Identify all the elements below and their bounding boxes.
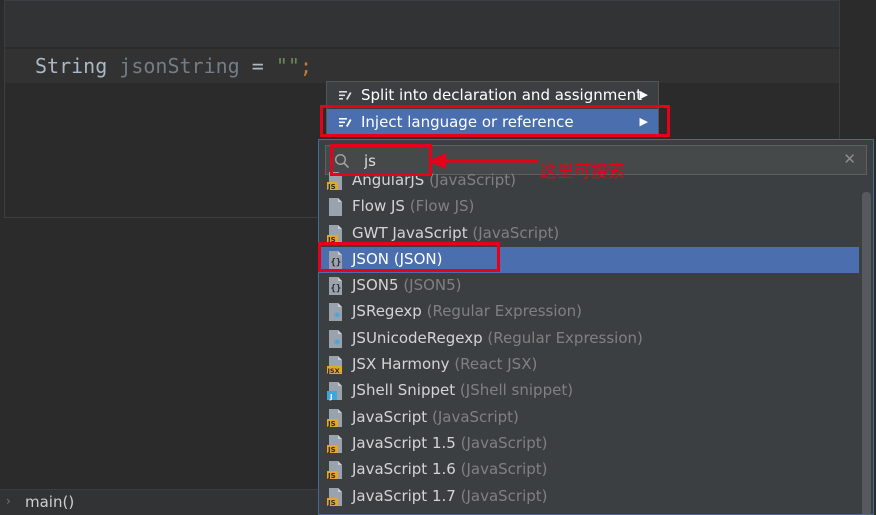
language-list-item[interactable]: * JSUnicodeRegexp (Regular Expression) — [319, 326, 859, 352]
breadcrumb-bar: › main() — [0, 489, 320, 515]
highlight-search-field — [330, 144, 432, 176]
language-name: JSUnicodeRegexp (Regular Expression) — [352, 329, 643, 347]
language-label: JSON5 — [352, 276, 399, 295]
language-chooser-popup: ✕ JSAngularJS (JavaScript)Flow JS (Flow … — [318, 139, 874, 515]
operator-token: = — [251, 54, 264, 78]
regexp-file-icon: * — [329, 329, 342, 349]
language-hint: (JavaScript) — [460, 433, 548, 452]
json-file-icon: {} — [329, 277, 342, 296]
svg-text:J: J — [329, 393, 333, 401]
language-list-item[interactable]: JSX JSX Harmony (React JSX) — [319, 352, 859, 378]
language-list-item[interactable]: J JShell Snippet (JShell snippet) — [319, 378, 859, 404]
language-list: JS AngularJS (JavaScript) Flow JS (Flow JS… — [319, 168, 859, 514]
svg-text:{}: {} — [331, 284, 342, 294]
regexp-file-icon: * — [329, 303, 342, 322]
language-name: GWT JavaScript (JavaScript) — [352, 224, 559, 242]
language-name: JSRegexp (Regular Expression) — [352, 302, 582, 320]
scrollbar-thumb[interactable] — [862, 192, 871, 514]
language-list-item[interactable]: * JSRegexp (Regular Expression) — [319, 299, 859, 325]
language-hint: (JavaScript) — [472, 223, 560, 242]
svg-text:JS: JS — [327, 472, 336, 480]
svg-text:JS: JS — [327, 420, 336, 428]
language-label: JavaScript 1.6 — [352, 460, 456, 479]
svg-text:*: * — [334, 337, 341, 349]
code-line[interactable]: String jsonString = ""; — [35, 54, 312, 78]
language-hint: (Regular Expression) — [487, 328, 643, 347]
language-hint: (JavaScript) — [460, 460, 548, 479]
language-hint: (React JSX) — [454, 355, 538, 374]
edit-intention-icon — [339, 91, 352, 100]
js-file-icon: JS — [327, 224, 342, 244]
language-list-item[interactable]: JS JavaScript 1.6 (JavaScript) — [319, 457, 859, 483]
language-name: JavaScript 1.5 (JavaScript) — [352, 434, 548, 452]
highlight-inject-language — [320, 105, 670, 137]
language-hint: (JavaScript) — [429, 171, 516, 189]
annotation-label: 这里可搜索 — [540, 162, 625, 182]
svg-text:JS: JS — [327, 446, 336, 454]
file-icon — [329, 198, 342, 217]
svg-text:JS: JS — [327, 499, 336, 507]
submenu-arrow-icon: ▶ — [639, 88, 648, 101]
breadcrumb-method[interactable]: main() — [25, 493, 74, 511]
language-name: JavaScript 1.6 (JavaScript) — [352, 460, 548, 478]
svg-text:JS: JS — [327, 183, 336, 191]
language-name: JSX Harmony (React JSX) — [352, 355, 537, 373]
string-token: "" — [275, 54, 300, 78]
annotation-arrow-icon — [428, 153, 538, 169]
menu-item-label: Split into declaration and assignment — [361, 86, 642, 104]
jsx-file-icon: JSX — [327, 356, 342, 375]
editor-gutter-band — [5, 1, 839, 47]
jshell-file-icon: J — [327, 382, 342, 401]
language-label: JSRegexp — [352, 302, 422, 321]
language-name: JavaScript (JavaScript) — [352, 408, 519, 426]
clear-search-icon[interactable]: ✕ — [843, 150, 856, 168]
language-name: JSON5 (JSON5) — [352, 276, 462, 294]
language-list-item[interactable]: Flow JS (Flow JS) — [319, 194, 859, 220]
js-file-icon: JS — [327, 487, 342, 507]
language-list-item[interactable]: JSJavaScript 1.8 (JavaScript) — [319, 510, 859, 514]
language-label: JSUnicodeRegexp — [352, 328, 483, 347]
svg-text:JSX: JSX — [327, 367, 340, 375]
chevron-right-icon: › — [6, 494, 11, 508]
js-file-icon: JS — [327, 434, 342, 454]
language-name: JShell Snippet (JShell snippet) — [352, 381, 573, 399]
language-hint: (JavaScript) — [431, 407, 519, 426]
language-list-item[interactable]: JS JavaScript 1.7 (JavaScript) — [319, 484, 859, 510]
language-label: JavaScript — [352, 407, 428, 426]
language-hint: (JavaScript) — [460, 486, 548, 505]
js-file-icon: JS — [327, 461, 342, 480]
semicolon-token: ; — [299, 54, 312, 78]
language-list-item[interactable]: JS JavaScript 1.5 (JavaScript) — [319, 431, 859, 457]
language-label: Flow JS — [352, 197, 405, 216]
highlight-json-item — [318, 242, 500, 272]
language-hint: (Flow JS) — [409, 197, 475, 216]
language-hint: (Regular Expression) — [426, 302, 583, 321]
language-list-item[interactable]: JS JavaScript (JavaScript) — [319, 405, 859, 431]
svg-text:*: * — [334, 310, 341, 322]
language-list-item[interactable]: {} JSON5 (JSON5) — [319, 273, 859, 299]
language-label: JSX Harmony — [352, 355, 450, 374]
js-file-icon: JS — [327, 408, 342, 428]
language-label: JavaScript 1.5 — [352, 433, 456, 452]
language-name: JavaScript 1.7 (JavaScript) — [352, 487, 548, 505]
language-hint: (JSON5) — [403, 276, 462, 295]
language-label: GWT JavaScript — [352, 223, 468, 242]
type-token: String — [35, 54, 108, 78]
language-label: JavaScript 1.7 — [352, 486, 456, 505]
variable-token: jsonString — [119, 54, 240, 78]
language-name: Flow JS (Flow JS) — [352, 197, 474, 215]
language-hint: (JShell snippet) — [459, 381, 574, 400]
language-label: JShell Snippet — [352, 381, 456, 400]
